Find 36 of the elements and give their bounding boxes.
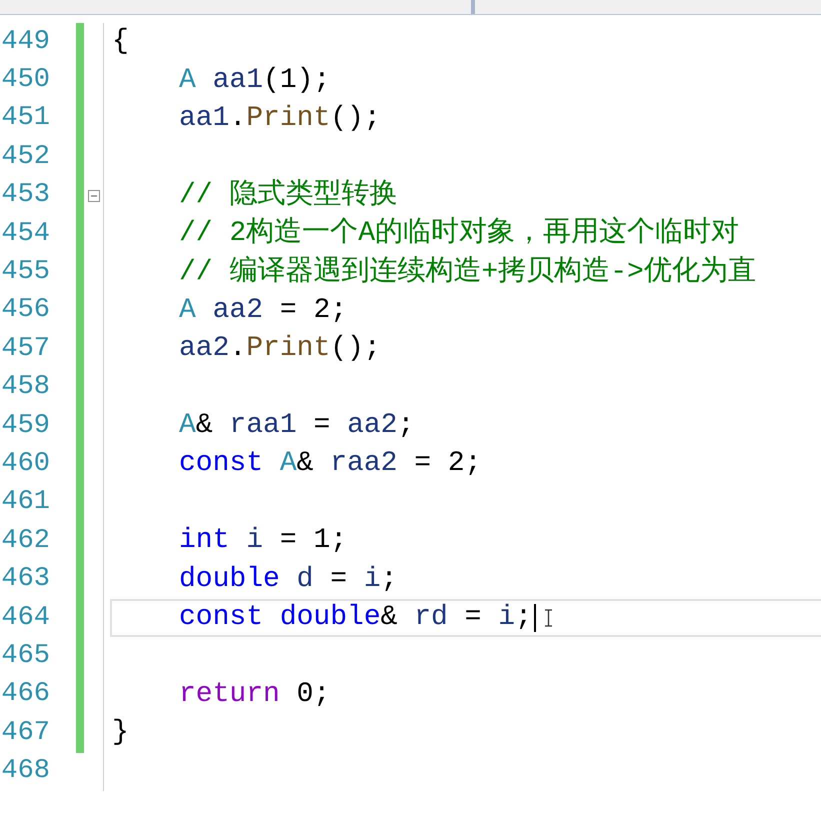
line-number: 460 (1, 450, 50, 478)
line-number: 457 (1, 336, 50, 363)
line-number: 455 (1, 259, 50, 286)
line-number: 463 (1, 566, 50, 594)
line-number: 468 (1, 758, 50, 786)
line-number: 466 (1, 681, 50, 708)
code-line: A& raa1 = aa2; (179, 412, 414, 440)
code-line: int i = 1; (179, 527, 348, 556)
line-number: 462 (1, 528, 50, 555)
text-caret (534, 604, 536, 632)
line-number: 459 (1, 412, 50, 440)
code-line: // 隐式类型转换 (179, 182, 398, 210)
line-number: 451 (1, 105, 50, 132)
text-cursor-icon (544, 609, 553, 628)
line-number: 461 (1, 489, 50, 516)
code-line: return 0; (179, 680, 330, 709)
collapse-icon[interactable] (88, 190, 100, 202)
line-number: 452 (1, 144, 50, 171)
line-number: 450 (1, 67, 50, 94)
code-line: A aa2 = 2; (179, 296, 348, 325)
line-number: 449 (1, 28, 50, 56)
line-number: 465 (1, 642, 50, 670)
code-line: const double& rd = i; (179, 604, 532, 632)
line-number: 454 (1, 220, 50, 248)
line-number: 467 (1, 720, 50, 747)
code-line: aa1.Print(); (179, 104, 381, 133)
code-line: const A& raa2 = 2; (179, 450, 482, 478)
line-number: 464 (1, 604, 50, 632)
line-number: 456 (1, 297, 50, 324)
code-line: double d = i; (179, 566, 398, 594)
code-line: } (112, 719, 129, 748)
code-line: aa2.Print(); (179, 335, 381, 364)
line-number: 458 (1, 374, 50, 402)
code-line: { (112, 28, 129, 56)
code-line: A aa1(1); (179, 66, 330, 95)
line-number: 453 (1, 182, 50, 210)
